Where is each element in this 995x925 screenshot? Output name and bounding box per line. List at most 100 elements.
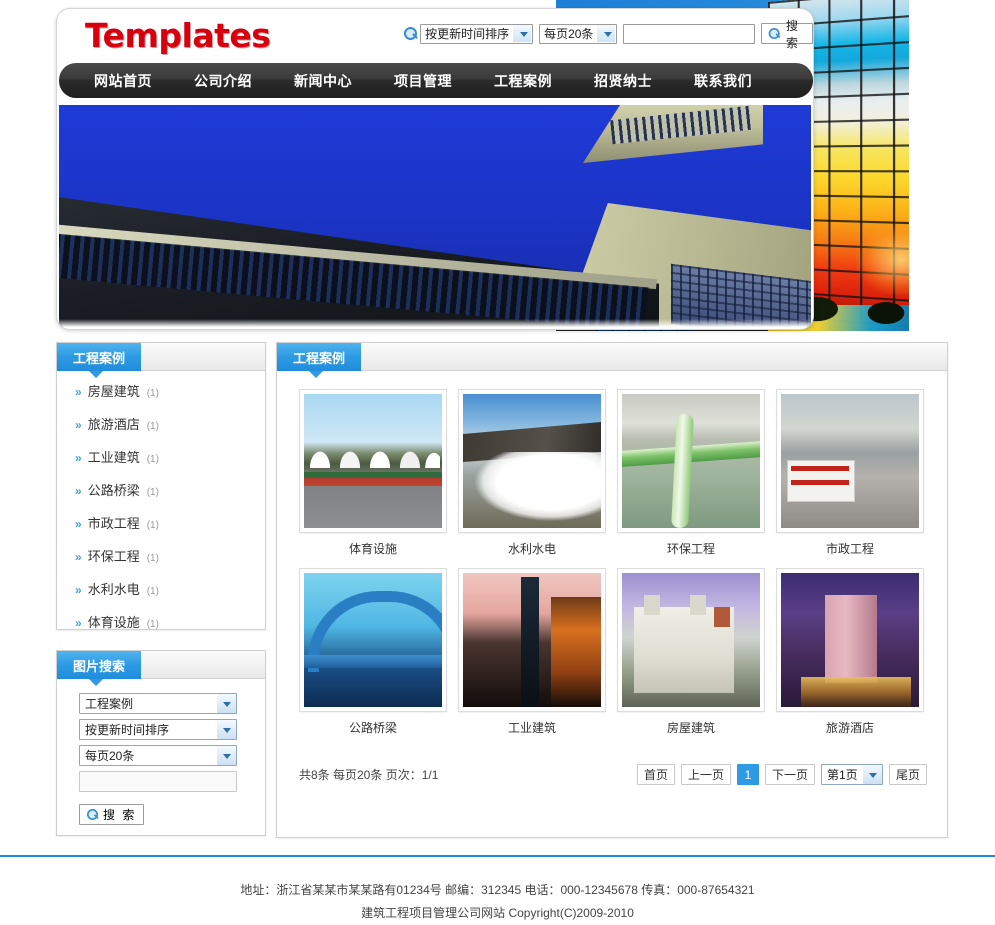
sidebar-item-label: 旅游酒店 <box>87 417 140 432</box>
pagination-prev-button[interactable]: 上一页 <box>680 764 731 785</box>
list-item[interactable]: 体育设施 <box>299 389 447 557</box>
category-panel-header: 工程案例 <box>57 343 265 378</box>
pagination-last-button[interactable]: 尾页 <box>888 764 927 785</box>
list-item[interactable]: 工业建筑 <box>458 568 606 736</box>
image-search-category-wrap: 工程案例 <box>79 693 237 714</box>
nav-item-about[interactable]: 公司介绍 <box>173 71 273 91</box>
tab-notch-icon <box>309 371 323 378</box>
image-search-perpage-select[interactable]: 每页20条 <box>79 745 237 766</box>
image-search-panel-title: 图片搜索 <box>57 651 142 679</box>
thumbnail-image-municipal <box>781 394 919 528</box>
sidebar-item-count: (1) <box>146 388 159 399</box>
list-item[interactable]: 旅游酒店 <box>776 568 924 736</box>
thumbnail-caption: 水利水电 <box>507 542 556 556</box>
pagination-first-button[interactable]: 首页 <box>636 764 675 785</box>
list-item[interactable]: 水利水电 <box>458 389 606 557</box>
header-search-button[interactable]: 搜 索 <box>761 19 813 50</box>
list-item[interactable]: 房屋建筑 <box>617 568 765 736</box>
thumbnail-caption: 公路桥梁 <box>348 721 397 735</box>
search-icon <box>403 26 418 41</box>
pagination-next-button[interactable]: 下一页 <box>764 764 815 785</box>
sidebar-item-municipal[interactable]: » 市政工程 (1) <box>57 513 265 546</box>
sidebar-item-count: (1) <box>146 421 159 432</box>
footer-contact-line: 地址：浙江省某某市某某路有01234号 邮编：312345 电话：000-123… <box>240 883 755 897</box>
header-search-bar: 按更新时间排序 每页20条 搜 索 <box>403 19 813 50</box>
category-panel-title: 工程案例 <box>57 343 142 371</box>
header-card: Templates 按更新时间排序 每页20条 搜 索 网站首页 公司介绍 新闻… <box>56 8 814 330</box>
page-title: 工程案例 <box>277 343 362 371</box>
sidebar-item-count: (1) <box>146 487 159 498</box>
thumbnail-caption: 工业建筑 <box>507 721 556 735</box>
chevron-right-icon: » <box>75 583 82 597</box>
nav-item-careers[interactable]: 招贤纳士 <box>573 71 673 91</box>
banner-image[interactable] <box>59 105 811 327</box>
sidebar-item-label: 体育设施 <box>87 615 140 630</box>
logo-row: Templates 按更新时间排序 每页20条 搜 索 <box>57 9 813 61</box>
image-search-button[interactable]: 搜 索 <box>79 804 145 825</box>
sidebar-item-count: (1) <box>146 586 159 597</box>
sidebar-item-label: 房屋建筑 <box>87 384 140 399</box>
sidebar-item-sports[interactable]: » 体育设施 (1) <box>57 612 265 645</box>
main-panel-header: 工程案例 <box>277 343 947 378</box>
nav-item-projects[interactable]: 项目管理 <box>373 71 473 91</box>
thumbnail-frame <box>458 389 606 533</box>
sidebar-item-industrial[interactable]: » 工业建筑 (1) <box>57 447 265 480</box>
pagination-current-page[interactable]: 1 <box>736 764 759 785</box>
footer: 地址：浙江省某某市某某路有01234号 邮编：312345 电话：000-123… <box>0 855 995 925</box>
image-search-category-select[interactable]: 工程案例 <box>79 693 237 714</box>
sidebar: 工程案例 » 房屋建筑 (1) » 旅游酒店 (1) » 工业建筑 (1) » … <box>56 342 266 836</box>
pagination: 共8条 每页20条 页次：1/1 首页 上一页 1 下一页 第1页 尾页 <box>299 764 927 785</box>
image-search-panel: 图片搜索 工程案例 按更新时间排序 每页20条 搜 索 <box>56 650 266 836</box>
sidebar-item-count: (1) <box>146 553 159 564</box>
nav-item-cases[interactable]: 工程案例 <box>473 71 573 91</box>
thumbnail-frame <box>617 389 765 533</box>
thumbnail-frame <box>776 389 924 533</box>
header-sort-select[interactable]: 按更新时间排序 <box>420 23 534 44</box>
nav-item-news[interactable]: 新闻中心 <box>273 71 373 91</box>
thumbnail-image-sports <box>304 394 442 528</box>
header-perpage-select[interactable]: 每页20条 <box>539 23 618 44</box>
chevron-right-icon: » <box>75 517 82 531</box>
thumbnail-frame <box>776 568 924 712</box>
sidebar-item-environment[interactable]: » 环保工程 (1) <box>57 546 265 579</box>
image-search-sort-wrap: 按更新时间排序 <box>79 719 237 740</box>
image-search-form: 工程案例 按更新时间排序 每页20条 搜 索 <box>57 679 265 825</box>
thumbnail-image-environment <box>622 394 760 528</box>
thumbnail-caption: 市政工程 <box>825 542 874 556</box>
image-search-panel-header: 图片搜索 <box>57 651 265 686</box>
list-item[interactable]: 市政工程 <box>776 389 924 557</box>
thumbnail-caption: 环保工程 <box>666 542 715 556</box>
search-icon <box>86 808 99 821</box>
sidebar-item-housing[interactable]: » 房屋建筑 (1) <box>57 381 265 414</box>
image-search-button-label: 搜 索 <box>103 808 137 822</box>
chevron-right-icon: » <box>75 616 82 630</box>
sidebar-item-hydropower[interactable]: » 水利水电 (1) <box>57 579 265 612</box>
nav-item-home[interactable]: 网站首页 <box>73 71 173 91</box>
pagination-jump-select[interactable]: 第1页 <box>820 764 883 785</box>
thumbnail-caption: 房屋建筑 <box>666 721 715 735</box>
chevron-right-icon: » <box>75 550 82 564</box>
sidebar-item-count: (1) <box>146 619 159 630</box>
nav-item-contact[interactable]: 联系我们 <box>673 71 773 91</box>
header-keyword-input[interactable] <box>623 23 756 44</box>
image-search-keyword-input[interactable] <box>79 771 237 792</box>
chevron-right-icon: » <box>75 484 82 498</box>
header-search-button-label: 搜 索 <box>785 18 800 50</box>
image-search-sort-field: 按更新时间排序 <box>79 719 265 740</box>
chevron-right-icon: » <box>75 385 82 399</box>
image-search-sort-select[interactable]: 按更新时间排序 <box>79 719 237 740</box>
main-navigation: 网站首页 公司介绍 新闻中心 项目管理 工程案例 招贤纳士 联系我们 <box>59 63 813 98</box>
pagination-info: 共8条 每页20条 页次：1/1 <box>299 768 439 782</box>
list-item[interactable]: 公路桥梁 <box>299 568 447 736</box>
header-sort-select-wrap: 按更新时间排序 <box>420 23 534 44</box>
thumbnail-caption: 旅游酒店 <box>825 721 874 735</box>
sidebar-item-count: (1) <box>146 454 159 465</box>
list-item[interactable]: 环保工程 <box>617 389 765 557</box>
page-root: Templates 按更新时间排序 每页20条 搜 索 网站首页 公司介绍 新闻… <box>0 0 995 925</box>
footer-copyright-line: 建筑工程项目管理公司网站 Copyright(C)2009-2010 <box>361 906 634 920</box>
sidebar-item-bridge[interactable]: » 公路桥梁 (1) <box>57 480 265 513</box>
chevron-right-icon: » <box>75 451 82 465</box>
sidebar-item-hotel[interactable]: » 旅游酒店 (1) <box>57 414 265 447</box>
site-logo[interactable]: Templates <box>85 16 271 55</box>
pagination-jump-wrap: 第1页 <box>820 764 883 785</box>
